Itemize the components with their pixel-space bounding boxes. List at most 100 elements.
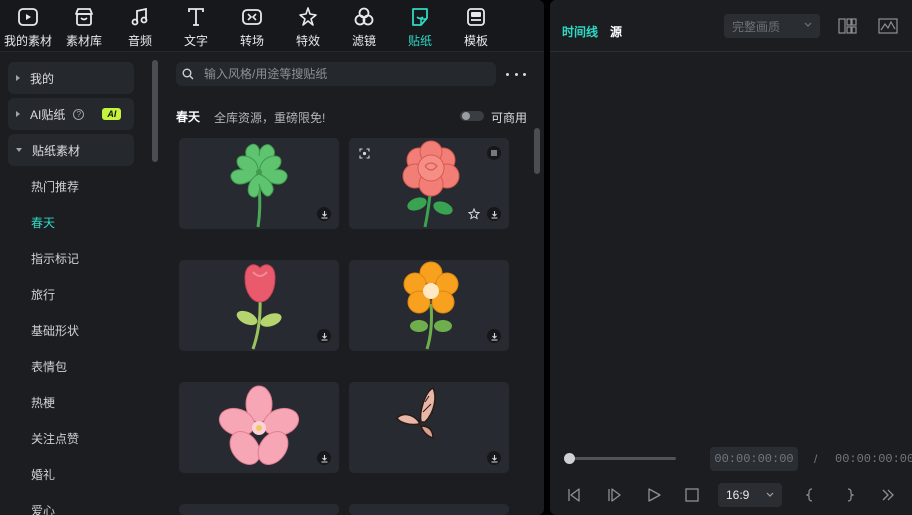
clover-sticker	[230, 143, 288, 228]
download-icon[interactable]	[317, 329, 331, 343]
top-toolbar: 我的素材 素材库 音频 文字 转场 特效 滤镜 贴纸 模板	[0, 0, 544, 52]
preview-canvas[interactable]	[550, 53, 912, 443]
total-timecode: 00:00:00:00	[835, 452, 912, 466]
tool-filters[interactable]: 滤镜	[336, 0, 392, 52]
grid-view-icon[interactable]	[838, 18, 858, 34]
orange-flower-sticker	[403, 261, 459, 350]
quality-value: 完整画质	[732, 19, 781, 34]
stop-icon[interactable]	[684, 487, 700, 503]
chevron-down-icon	[766, 492, 774, 497]
tool-label: 特效	[295, 34, 320, 48]
music-note-icon	[131, 7, 148, 26]
player-header: 时间线 源 完整画质	[550, 0, 912, 52]
sticker-card-clover[interactable]	[179, 138, 339, 229]
expand-arrow-icon	[16, 75, 20, 81]
ai-scan-icon[interactable]	[357, 146, 371, 160]
my-media-icon	[18, 8, 38, 26]
download-icon[interactable]	[317, 451, 331, 465]
category-mine[interactable]: 我的	[8, 62, 134, 94]
commercial-use-label: 可商用	[491, 111, 528, 125]
tool-label: 我的素材	[3, 34, 52, 48]
subcategory-item[interactable]: 爱心	[31, 502, 55, 515]
store-icon	[75, 8, 93, 26]
tulip-sticker	[236, 264, 282, 350]
category-label: 我的	[30, 71, 55, 86]
tool-effects[interactable]: 特效	[280, 0, 336, 52]
sticker-card-sakura[interactable]	[179, 382, 339, 473]
timecode-separator: /	[814, 452, 818, 466]
tool-label: 文字	[183, 34, 208, 48]
aspect-ratio-dropdown[interactable]: 16:9	[718, 483, 782, 507]
sticker-card-rose[interactable]	[349, 138, 509, 229]
menu-icon[interactable]	[487, 146, 501, 160]
subcategory-item[interactable]: 关注点赞	[31, 430, 79, 447]
favorite-star-icon[interactable]	[467, 207, 481, 221]
more-controls-icon[interactable]	[880, 487, 896, 503]
category-label: AI贴纸	[30, 107, 66, 122]
subcategory-item[interactable]: 表情包	[31, 358, 67, 375]
sticker-card-partial[interactable]	[179, 504, 339, 515]
text-icon	[188, 8, 204, 26]
play-icon[interactable]	[646, 487, 662, 503]
sticker-card-partial[interactable]	[349, 504, 509, 515]
search-input[interactable]	[204, 67, 474, 81]
section-title: 春天	[176, 110, 201, 124]
next-frame-icon[interactable]	[606, 487, 622, 503]
sticker-card-tulip[interactable]	[179, 260, 339, 351]
subcategory-item[interactable]: 指示标记	[31, 250, 79, 267]
sticker-card-butterfly[interactable]	[349, 382, 509, 473]
sakura-sticker	[218, 385, 300, 465]
tool-store[interactable]: 素材库	[56, 0, 112, 52]
subcategory-item[interactable]: 热门推荐	[31, 178, 79, 195]
sticker-card-orange-flower[interactable]	[349, 260, 509, 351]
player-panel: 时间线 源 完整画质 00:00:00:00 / 00:00:00:00 16:…	[550, 0, 912, 515]
sparkle-icon	[299, 7, 317, 26]
playback-progress-track[interactable]	[568, 457, 676, 460]
previous-frame-icon[interactable]	[566, 487, 582, 503]
tool-my-media[interactable]: 我的素材	[0, 0, 56, 52]
tool-templates[interactable]: 模板	[448, 0, 504, 52]
subcategory-item[interactable]: 基础形状	[31, 322, 79, 339]
tool-transition[interactable]: 转场	[224, 0, 280, 52]
quality-dropdown[interactable]: 完整画质	[724, 14, 820, 38]
subcategory-item[interactable]: 热梗	[31, 394, 55, 411]
subcategory-item-active[interactable]: 春天	[31, 214, 55, 231]
collapse-arrow-icon	[16, 148, 22, 152]
content-scrollbar[interactable]	[534, 128, 540, 174]
tool-audio[interactable]: 音频	[112, 0, 168, 52]
download-icon[interactable]	[487, 451, 501, 465]
rose-sticker	[402, 140, 460, 228]
category-sticker-library[interactable]: 贴纸素材	[8, 134, 134, 166]
filter-icon	[354, 7, 374, 26]
sticker-icon	[412, 8, 428, 26]
category-label: 贴纸素材	[32, 143, 81, 158]
category-ai-stickers[interactable]: AI贴纸 ? AI	[8, 98, 134, 130]
tool-stickers[interactable]: 贴纸	[392, 0, 448, 52]
aspect-ratio-value: 16:9	[726, 488, 750, 502]
help-icon[interactable]: ?	[73, 108, 85, 120]
subcategory-item[interactable]: 旅行	[31, 286, 55, 303]
tool-label: 转场	[239, 34, 264, 48]
playback-progress-thumb[interactable]	[564, 453, 575, 464]
chevron-down-icon	[804, 22, 812, 27]
tool-label: 素材库	[65, 34, 102, 48]
subcategory-item[interactable]: 婚礼	[31, 466, 55, 483]
more-options-icon[interactable]	[506, 66, 526, 82]
mark-out-icon[interactable]	[842, 487, 858, 503]
tab-source[interactable]: 源	[610, 23, 622, 40]
download-icon[interactable]	[487, 329, 501, 343]
download-icon[interactable]	[317, 207, 331, 221]
current-timecode[interactable]: 00:00:00:00	[710, 447, 798, 471]
download-icon[interactable]	[487, 207, 501, 221]
tool-label: 滤镜	[351, 34, 376, 48]
sticker-category-sidebar: 我的 AI贴纸 ? AI 贴纸素材 热门推荐 春天 指示标记 旅行 基础形状 表…	[0, 52, 148, 515]
media-panel: 我的素材 素材库 音频 文字 转场 特效 滤镜 贴纸 模板 我的 AI贴纸 ? …	[0, 0, 544, 515]
commercial-use-toggle[interactable]	[460, 111, 484, 121]
sticker-search-box[interactable]	[176, 62, 496, 86]
tool-text[interactable]: 文字	[168, 0, 224, 52]
mark-in-icon[interactable]	[802, 487, 818, 503]
sidebar-scrollbar[interactable]	[152, 60, 158, 162]
tool-label: 贴纸	[407, 34, 432, 48]
tab-timeline[interactable]: 时间线	[562, 23, 598, 40]
waveform-scope-icon[interactable]	[878, 18, 898, 34]
